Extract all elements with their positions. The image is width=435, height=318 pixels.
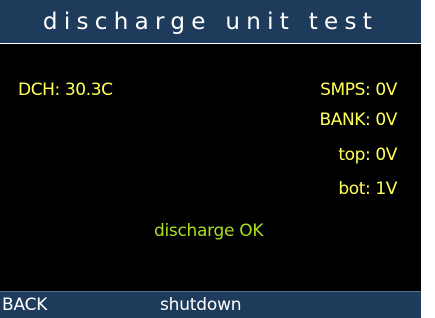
smps-voltage-reading: SMPS: 0V [320,80,397,100]
bot-voltage-reading: bot: 1V [338,179,397,199]
dch-temperature-reading: DCH: 30.3C [18,80,113,100]
top-voltage-reading: top: 0V [338,145,397,165]
discharge-status-message: discharge OK [154,221,264,241]
bank-voltage-reading: BANK: 0V [319,110,397,130]
display-screen: discharge unit test DCH: 30.3C SMPS: 0V … [0,0,421,318]
screen-title: discharge unit test [0,0,421,44]
soft-key-bar: BACK shutdown [0,291,421,318]
back-button[interactable]: BACK [2,292,47,318]
shutdown-button[interactable]: shutdown [160,292,242,318]
